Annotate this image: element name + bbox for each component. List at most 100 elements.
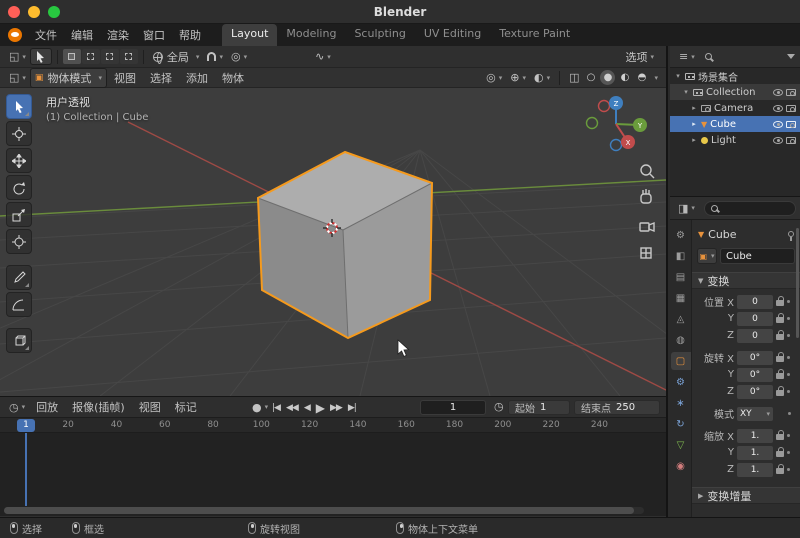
expander-icon[interactable]: ▸ xyxy=(690,104,698,112)
mode-dropdown[interactable]: ▣ 物体模式 ▾ xyxy=(30,68,107,88)
timeline-ruler[interactable]: 1 20 40 60 80 100 120 140 160 180 200 22… xyxy=(0,418,666,433)
navigation-gizmo[interactable]: Z Y X xyxy=(587,96,648,151)
properties-scrollbar[interactable] xyxy=(796,228,799,338)
tab-uv-editing[interactable]: UV Editing xyxy=(415,24,490,46)
expander-icon[interactable]: ▸ xyxy=(690,136,698,144)
tool-transform[interactable] xyxy=(6,229,32,254)
playhead[interactable] xyxy=(25,433,27,506)
menu-file[interactable]: 文件 xyxy=(28,27,64,43)
lock-icon[interactable] xyxy=(776,390,784,396)
tab-tool[interactable]: ⚙ xyxy=(671,226,691,244)
editor-type-button[interactable]: ◱ ▾ xyxy=(5,49,30,64)
menu-view[interactable]: 视图 xyxy=(107,70,143,86)
prev-keyframe-button[interactable]: ◀◀ xyxy=(286,403,298,413)
play-reverse-button[interactable]: ◀ xyxy=(304,403,310,413)
menu-edit[interactable]: 编辑 xyxy=(64,27,100,43)
tab-scene[interactable]: ◬ xyxy=(671,310,691,328)
auto-keying-toggle[interactable]: ● ▾ xyxy=(248,400,272,415)
scale-y-field[interactable]: 1. xyxy=(737,446,773,460)
tab-modifiers[interactable]: ⚙ xyxy=(671,373,691,391)
blender-logo-icon[interactable] xyxy=(8,28,22,42)
active-tool-button[interactable] xyxy=(30,48,52,65)
editor-type-button[interactable]: ≡ ▾ xyxy=(675,49,699,64)
animate-dot-icon[interactable] xyxy=(788,412,791,415)
breadcrumb-object[interactable]: Cube xyxy=(708,228,736,241)
tab-world[interactable]: ◍ xyxy=(671,331,691,349)
tool-cursor[interactable] xyxy=(6,121,32,146)
menu-window[interactable]: 窗口 xyxy=(136,27,172,43)
timeline-tracks[interactable] xyxy=(0,433,666,516)
jump-to-end-button[interactable]: ▶| xyxy=(348,403,356,413)
outliner-row-scene-collection[interactable]: ▾ 场景集合 xyxy=(670,68,800,84)
jump-to-start-button[interactable]: |◀ xyxy=(272,403,280,413)
next-keyframe-button[interactable]: ▶▶ xyxy=(330,403,342,413)
render-visibility-icon[interactable] xyxy=(786,105,796,112)
pin-icon[interactable] xyxy=(788,231,794,237)
tool-select-box[interactable] xyxy=(6,94,32,119)
gizmo-neg-z[interactable] xyxy=(611,140,622,151)
editor-type-button[interactable]: ◱ ▾ xyxy=(5,70,30,85)
tab-modeling[interactable]: Modeling xyxy=(277,24,345,46)
lock-icon[interactable] xyxy=(776,451,784,457)
lock-icon[interactable] xyxy=(776,356,784,362)
proportional-editing-toggle[interactable]: ◎ ▾ xyxy=(227,49,251,64)
rotation-y-field[interactable]: 0° xyxy=(737,368,773,382)
tool-scale[interactable] xyxy=(6,202,32,227)
hide-eye-icon[interactable] xyxy=(773,137,783,144)
animate-dot-icon[interactable] xyxy=(787,317,790,320)
tab-texture-paint[interactable]: Texture Paint xyxy=(490,24,579,46)
render-visibility-icon[interactable] xyxy=(786,121,796,128)
search-icon[interactable] xyxy=(705,53,712,60)
outliner-row-cube[interactable]: ▸ ▼ Cube xyxy=(670,116,800,132)
cube-mesh[interactable] xyxy=(258,152,432,338)
menu-add[interactable]: 添加 xyxy=(179,70,215,86)
animate-dot-icon[interactable] xyxy=(787,468,790,471)
transform-panel-header[interactable]: ▼ 变换 xyxy=(692,272,800,289)
select-mode-extend[interactable] xyxy=(82,49,100,64)
menu-render[interactable]: 渲染 xyxy=(100,27,136,43)
editor-type-button[interactable]: ◷ ▾ xyxy=(5,400,29,415)
lock-icon[interactable] xyxy=(776,300,784,306)
filter-icon[interactable] xyxy=(787,54,795,59)
rotation-z-field[interactable]: 0° xyxy=(737,385,773,399)
gizmo-neg-x[interactable] xyxy=(599,101,610,112)
expander-icon[interactable]: ▾ xyxy=(682,88,690,96)
hide-eye-icon[interactable] xyxy=(773,105,783,112)
tab-sculpting[interactable]: Sculpting xyxy=(345,24,414,46)
gizmos-dropdown[interactable]: ⊕ ▾ xyxy=(506,70,530,85)
overlays-dropdown[interactable]: ◐ ▾ xyxy=(530,70,554,85)
hide-eye-icon[interactable] xyxy=(773,121,783,128)
render-visibility-icon[interactable] xyxy=(786,137,796,144)
expander-icon[interactable]: ▸ xyxy=(690,120,698,128)
rotation-mode-dropdown[interactable]: XY ▾ xyxy=(737,407,773,421)
tab-object-data[interactable]: ▽ xyxy=(671,436,691,454)
transform-orientation-dropdown[interactable]: 全局 ▾ xyxy=(149,48,204,66)
tool-move[interactable] xyxy=(6,148,32,173)
xray-toggle[interactable]: ◫ xyxy=(565,70,583,85)
menu-select[interactable]: 选择 xyxy=(143,70,179,86)
hide-eye-icon[interactable] xyxy=(773,89,783,96)
scale-x-field[interactable]: 1. xyxy=(737,429,773,443)
outliner-row-camera[interactable]: ▸ Camera xyxy=(670,100,800,116)
shading-wireframe[interactable]: ○ xyxy=(583,70,598,85)
select-mode-intersect[interactable] xyxy=(120,49,138,64)
properties-search-input[interactable] xyxy=(704,201,796,216)
lock-icon[interactable] xyxy=(776,434,784,440)
location-y-field[interactable]: 0 xyxy=(737,312,773,326)
animate-dot-icon[interactable] xyxy=(787,390,790,393)
perspective-toggle-icon[interactable] xyxy=(641,248,651,258)
menu-object[interactable]: 物体 xyxy=(215,70,251,86)
animate-dot-icon[interactable] xyxy=(787,300,790,303)
lock-icon[interactable] xyxy=(776,373,784,379)
select-mode-set[interactable] xyxy=(63,49,81,64)
frame-end-field[interactable]: 结束点 250 xyxy=(574,400,660,415)
tool-rotate[interactable] xyxy=(6,175,32,200)
frame-start-field[interactable]: 起始 1 xyxy=(508,400,570,415)
zoom-icon[interactable] xyxy=(641,165,654,178)
visibility-dropdown[interactable]: ◎ ▾ xyxy=(482,70,506,85)
menu-keying[interactable]: 报像(插帧) xyxy=(65,399,132,415)
tab-object[interactable]: ▢ xyxy=(671,352,691,370)
pan-hand-icon[interactable] xyxy=(641,189,651,203)
scale-z-field[interactable]: 1. xyxy=(737,463,773,477)
snap-toggle[interactable]: ▾ xyxy=(203,51,227,62)
